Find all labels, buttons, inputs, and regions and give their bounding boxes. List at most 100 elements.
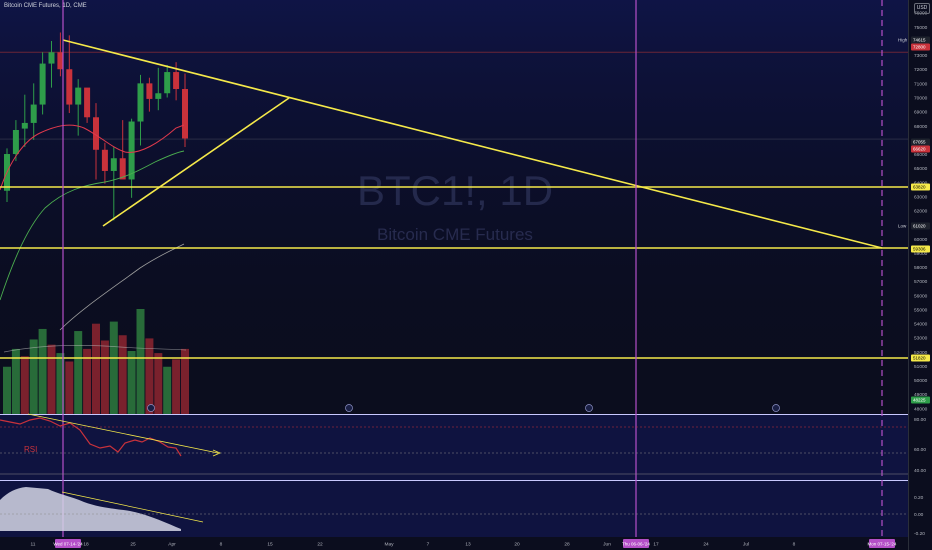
watermark-name: Bitcoin CME Futures [377,225,533,244]
time-tick-label: Jun [603,542,611,548]
time-tick-label: 13 [465,542,471,548]
time-tick-label: 28 [564,542,570,548]
price-tick-label: 57000 [914,279,928,285]
price-tick-label: 62000 [914,209,928,215]
time-tick-label: 24 [703,542,709,548]
price-tick-label: 70000 [914,95,928,101]
price-tick-label: 54000 [914,322,928,328]
price-tick-label: 65000 [914,166,928,172]
time-tick-label: 11 [31,542,36,548]
volume-bar [172,359,181,414]
candlestick-chart[interactable]: BTC1!, 1DBitcoin CME FuturesRSI760007500… [0,0,932,550]
date-marker-label: Mon 07-15-'24 [868,542,897,547]
candle-body [21,122,28,129]
volume-bar [38,328,47,414]
time-tick-label: Apr [168,542,176,548]
candle-body [101,149,108,171]
volume-bar [47,344,56,414]
price-label: 74615 [913,38,926,43]
price-label: 72800 [913,45,926,50]
price-tick-label: 53000 [914,336,928,342]
candle-body [84,87,91,118]
price-tick-label: 72000 [914,67,928,73]
time-tick-label: 8 [220,542,223,548]
candle-body [137,83,144,122]
chart-title: Bitcoin CME Futures, 1D, CME [4,3,87,9]
candle-body [110,158,117,171]
rsi-pane-bg [0,415,908,481]
rsi-axis-label: 40.00 [914,468,926,474]
time-tick-label: 8 [793,542,796,548]
time-tick-label: Jul [743,542,749,548]
price-label: 67055 [913,140,926,145]
volume-bar [163,366,172,414]
candle-body [48,52,55,64]
rsi-axis-label: 80.00 [914,417,926,423]
price-label: 59306 [913,247,926,252]
price-tick-label: 56000 [914,293,928,299]
candle-body [39,63,46,105]
time-tick-label: May [384,542,394,548]
price-label-caption: Low [898,224,907,229]
event-marker-icon [772,404,780,412]
candle-body [66,69,73,105]
time-axis-bg [0,537,908,550]
candle-body [128,121,135,180]
osc-axis-label: 0.20 [914,495,924,501]
event-marker-icon [585,404,593,412]
event-marker-icon [147,404,155,412]
price-tick-label: 63000 [914,194,928,200]
price-tick-label: 55000 [914,307,928,313]
price-tick-label: 69000 [914,110,928,116]
price-tick-label: 66000 [914,152,928,158]
price-tick-label: 58000 [914,265,928,271]
candle-body [182,89,188,139]
price-label: 51820 [913,356,926,361]
price-tick-label: 75000 [914,25,928,31]
volume-bar [29,339,38,414]
time-tick-label: 15 [267,542,273,548]
volume-bar [145,338,154,414]
price-label-caption: High [898,38,908,43]
price-tick-label: 60000 [914,237,928,243]
rsi-label: RSI [24,445,37,454]
candle-body [75,87,82,105]
volume-bar [92,323,100,414]
time-tick-label: 20 [514,542,520,548]
currency-button[interactable]: USD [914,3,930,14]
time-tick-label: 7 [427,542,430,548]
candle-body [155,93,162,99]
time-tick-label: 18 [83,542,89,548]
volume-bar [20,356,29,414]
price-tick-label: 48000 [914,406,928,412]
candle-body [12,129,19,155]
price-label: 66620 [913,147,926,152]
rsi-axis-label: 60.00 [914,447,926,453]
candle-body [173,72,180,90]
volume-bar [65,361,74,414]
volume-bar [100,340,109,414]
candle-body [146,83,153,99]
price-tick-label: 68000 [914,124,928,130]
date-marker-label: Wed 07-14-'24 [53,542,83,547]
watermark-symbol: BTC1!, 1D [357,167,553,214]
event-marker-icon [345,404,353,412]
volume-bar [127,351,136,414]
volume-bar [154,353,163,414]
osc-axis-label: -0.20 [914,531,925,537]
volume-bar [3,366,11,414]
volume-bar [74,331,83,414]
price-label: 61020 [913,224,926,229]
price-tick-label: 51000 [914,364,928,370]
osc-axis-label: 0.00 [914,512,924,518]
price-tick-label: 50000 [914,378,928,384]
time-tick-label: 17 [653,542,659,548]
price-tick-label: 73000 [914,53,928,59]
volume-bar [136,309,145,414]
volume-bar [109,321,118,414]
date-marker-label: Thu 06-06-'24 [622,542,650,547]
time-tick-label: 22 [317,542,323,548]
price-label: 48225 [913,398,926,403]
candle-body [30,104,37,123]
candle-body [164,72,171,94]
